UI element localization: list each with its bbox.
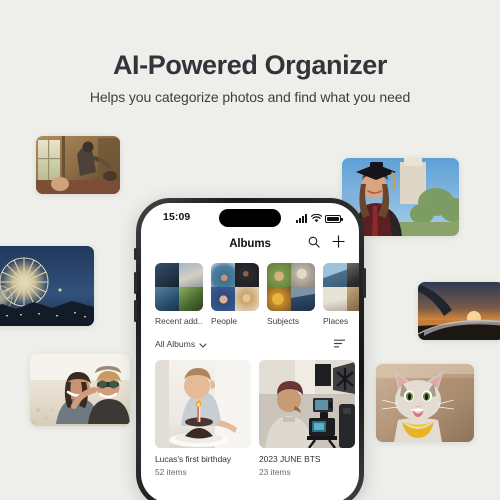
album-bts-image [259,360,355,448]
nav-title: Albums [229,238,271,250]
phone-mockup: 15:09 Albums Recent add... People Subjec… [136,198,364,500]
photo-two-friends-beach-image [30,354,130,426]
album-title: 2023 JUNE BTS [259,454,321,464]
category-people-collage [211,263,259,311]
album-grid: Lucas's first birthday 52 items 2023 JUN… [141,353,359,477]
cellular-signal-icon [296,214,307,223]
photo-child-window-image [36,136,120,194]
photo-cat-bandana [376,364,474,442]
category-label: Subjects [267,316,300,326]
album-thumbnail [155,360,251,448]
chevron-down-icon [199,335,207,353]
sort-icon[interactable] [333,335,346,353]
album-title: Lucas's first birthday [155,454,232,464]
category-people[interactable]: People [211,263,259,326]
category-label: People [211,316,238,326]
category-subjects[interactable]: Subjects [267,263,315,326]
dynamic-island [219,209,281,227]
photo-airplane-sunset-image [418,282,500,340]
nav-bar: Albums [141,231,359,257]
category-recently-added[interactable]: Recent add... [155,263,203,326]
category-subjects-collage [267,263,315,311]
category-places[interactable]: Places [323,263,359,326]
phone-screen: 15:09 Albums Recent add... People Subjec… [141,203,359,500]
phone-mute-button[interactable] [134,248,137,260]
all-albums-dropdown[interactable]: All Albums [155,335,207,353]
status-bar: 15:09 [141,203,359,231]
phone-volume-up-button[interactable] [134,272,137,294]
page-subtitle: Helps you categorize photos and find wha… [89,89,411,105]
photo-cat-bandana-image [376,364,474,442]
all-albums-label: All Albums [155,339,196,349]
album-card[interactable]: Lucas's first birthday 52 items [155,360,251,477]
category-row: Recent add... People Subjects Places [141,257,359,326]
wifi-icon [310,214,322,223]
nav-actions [308,235,345,248]
category-label: Places [323,316,349,326]
search-icon[interactable] [308,236,320,248]
phone-volume-down-button[interactable] [134,300,137,322]
photo-fireworks-image [0,246,94,326]
category-recently-added-collage [155,263,203,311]
status-time: 15:09 [163,211,191,223]
page-title: AI-Powered Organizer [112,50,388,80]
filter-row: All Albums [141,326,359,353]
photo-airplane-sunset [418,282,500,340]
album-count: 52 items [155,467,187,477]
category-places-collage [323,263,359,311]
status-indicators [296,211,343,223]
photo-child-window [36,136,120,194]
photo-two-friends-beach [30,354,130,426]
album-card[interactable]: 2023 JUNE BTS 23 items [259,360,355,477]
album-count: 23 items [259,467,291,477]
photo-fireworks [0,246,94,326]
phone-power-button[interactable] [363,268,366,298]
category-label: Recent add... [155,316,203,326]
album-birthday-image [155,360,251,448]
plus-icon[interactable] [332,235,345,248]
album-thumbnail [259,360,355,448]
battery-full-icon [325,215,343,223]
